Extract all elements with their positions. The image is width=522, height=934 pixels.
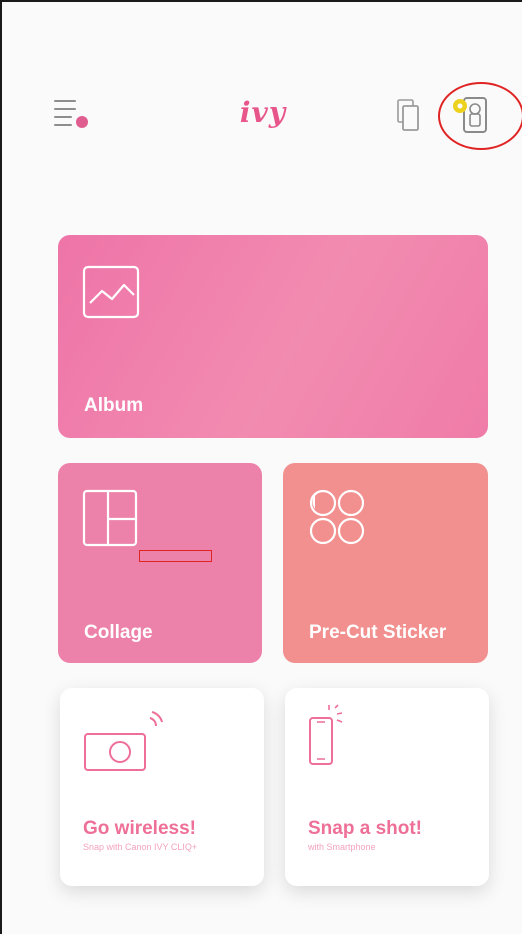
collage-grid-icon (82, 489, 138, 547)
app-screen: ivy Album Collage Pre-Cut Sticker Go wir… (0, 0, 522, 934)
image-icon (82, 265, 140, 319)
go-wireless-title: Go wireless! (83, 818, 196, 839)
annotation-circle (438, 82, 522, 150)
snap-a-shot-subtitle: with Smartphone (308, 842, 376, 852)
annotation-box (139, 550, 212, 562)
sticker-circles-icon (309, 489, 365, 545)
pre-cut-sticker-label: Pre-Cut Sticker (309, 622, 447, 643)
go-wireless-subtitle: Snap with Canon IVY CLIQ+ (83, 842, 198, 852)
smartphone-icon (309, 704, 343, 765)
collage-tile[interactable]: Collage (58, 463, 262, 663)
snap-a-shot-tile[interactable]: Snap a shot! with Smartphone (285, 688, 489, 886)
go-wireless-tile[interactable]: Go wireless! Snap with Canon IVY CLIQ+ (60, 688, 264, 886)
album-label: Album (84, 395, 144, 416)
album-tile[interactable]: Album (58, 235, 488, 438)
wireless-camera-icon (84, 711, 163, 771)
stacked-photos-icon (397, 99, 419, 131)
snap-a-shot-title: Snap a shot! (308, 818, 423, 839)
gallery-button[interactable] (395, 98, 425, 134)
app-header: ivy (2, 2, 522, 172)
collage-label: Collage (84, 622, 153, 643)
pre-cut-sticker-tile[interactable]: Pre-Cut Sticker (283, 463, 488, 663)
